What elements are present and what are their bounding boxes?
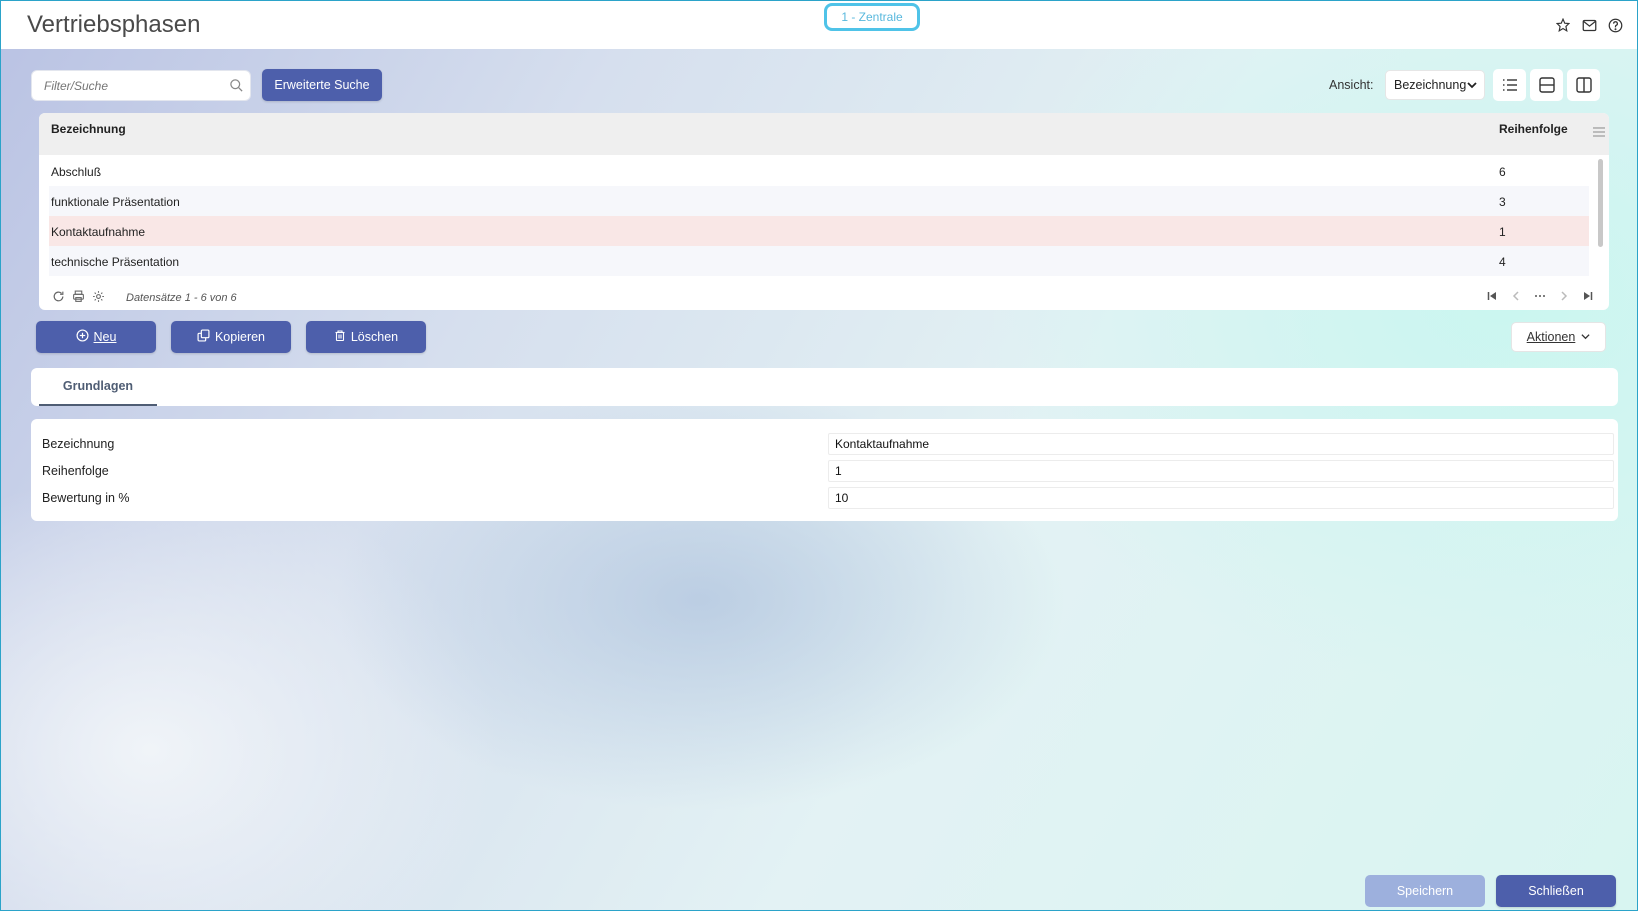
search-icon[interactable] [229,78,244,96]
copy-icon [197,329,210,345]
table-row[interactable]: Abschluß 6 [49,156,1589,186]
cell-reihenfolge: 3 [1499,195,1506,209]
table-row[interactable]: funktionale Präsentation 3 [49,186,1589,216]
cell-reihenfolge: 1 [1499,225,1506,239]
delete-button[interactable]: Löschen [306,321,426,353]
search-box [31,70,251,101]
top-icons [1555,17,1623,33]
copy-button-label: Kopieren [214,330,266,344]
view-label: Ansicht: [1329,78,1374,92]
bezeichnung-label: Bezeichnung [42,437,115,451]
star-icon[interactable] [1555,17,1571,33]
print-icon[interactable] [71,289,85,303]
split-vertical-icon[interactable] [1567,69,1600,101]
detail-form: Bezeichnung Reihenfolge Bewertung in % [31,419,1618,521]
help-icon[interactable] [1607,17,1623,33]
list-view-icon[interactable] [1493,69,1526,101]
column-menu-icon[interactable] [1593,126,1605,140]
actions-dropdown[interactable]: Aktionen [1511,322,1606,352]
cell-bezeichnung: Kontaktaufnahme [51,225,146,239]
page-title: Vertriebsphasen [27,11,201,38]
reihenfolge-label: Reihenfolge [42,464,109,478]
pager [1485,289,1595,303]
tabs-panel: Grundlagen [31,368,1618,406]
delete-button-label: Löschen [350,330,399,344]
last-page-icon[interactable] [1581,289,1595,303]
bewertung-field[interactable] [828,487,1614,509]
bezeichnung-field[interactable] [828,433,1614,455]
refresh-icon[interactable] [51,289,65,303]
new-button[interactable]: Neu [36,321,156,353]
view-mode-buttons [1493,69,1600,101]
table-row[interactable]: technische Präsentation 4 [49,246,1589,276]
prev-page-icon[interactable] [1509,289,1523,303]
cell-reihenfolge: 6 [1499,165,1506,179]
close-button[interactable]: Schließen [1496,875,1616,907]
next-page-icon[interactable] [1557,289,1571,303]
actions-dropdown-label: Aktionen [1526,330,1576,344]
advanced-search-button[interactable]: Erweiterte Suche [262,69,382,101]
trash-icon [334,329,346,345]
search-input[interactable] [44,79,224,93]
view-select[interactable]: Bezeichnung [1385,70,1485,100]
plus-circle-icon [76,329,89,345]
view-select-value: Bezeichnung [1394,78,1467,92]
first-page-icon[interactable] [1485,289,1499,303]
chevron-down-icon [1467,79,1477,93]
grid-footer: Datensätze 1 - 6 von 6 [39,287,1609,309]
top-bar: Vertriebsphasen 1 - Zentrale [1,1,1637,49]
chevron-down-icon [1581,330,1590,344]
more-pages-icon[interactable] [1533,289,1547,303]
cell-reihenfolge: 4 [1499,255,1506,269]
table-row-selected[interactable]: Kontaktaufnahme 1 [49,216,1589,246]
tab-grundlagen[interactable]: Grundlagen [39,368,157,406]
settings-icon[interactable] [91,289,105,303]
cell-bezeichnung: funktionale Präsentation [51,195,180,209]
save-button[interactable]: Speichern [1365,875,1485,907]
branch-badge[interactable]: 1 - Zentrale [824,3,920,31]
cell-bezeichnung: Abschluß [51,165,102,179]
column-header-reihenfolge[interactable]: Reihenfolge [1499,122,1568,136]
copy-button[interactable]: Kopieren [171,321,291,353]
new-button-label: Neu [93,330,117,344]
column-header-bezeichnung[interactable]: Bezeichnung [51,122,126,136]
reihenfolge-field[interactable] [828,460,1614,482]
data-grid: Bezeichnung Reihenfolge Abschluß 6 funkt… [39,113,1609,310]
mail-icon[interactable] [1581,17,1597,33]
grid-scrollbar[interactable] [1598,159,1603,247]
split-horizontal-icon[interactable] [1530,69,1563,101]
record-count: Datensätze 1 - 6 von 6 [126,292,237,304]
bewertung-label: Bewertung in % [42,491,130,505]
cell-bezeichnung: technische Präsentation [51,255,180,269]
grid-header: Bezeichnung Reihenfolge [39,113,1609,155]
